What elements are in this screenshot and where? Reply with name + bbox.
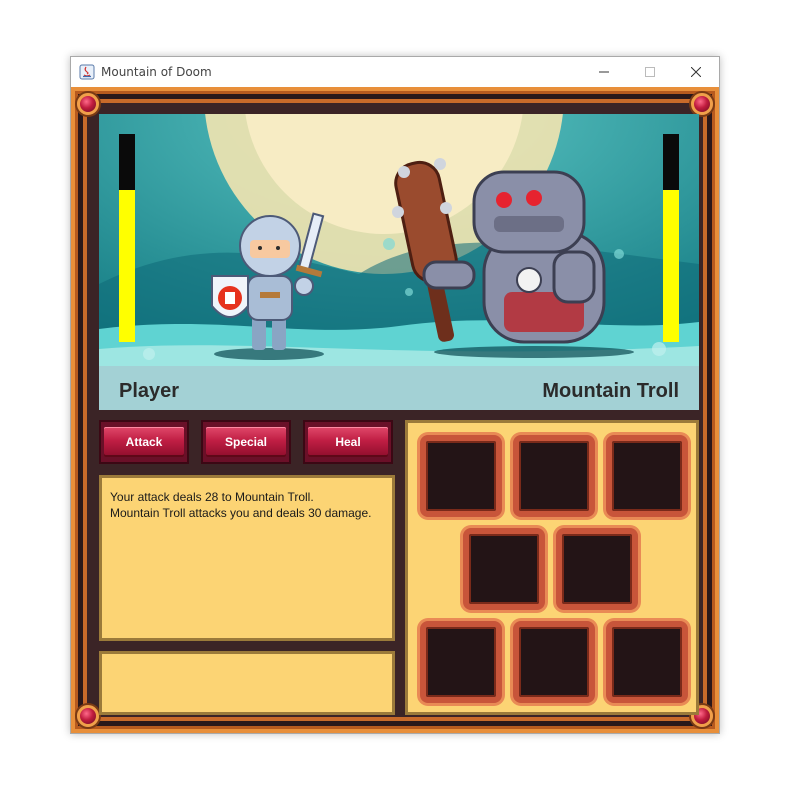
- log-line: Mountain Troll attacks you and deals 30 …: [110, 506, 372, 520]
- battle-scene: Player Mountain Troll: [99, 114, 699, 410]
- attack-button-label: Attack: [104, 427, 184, 457]
- inventory-slot[interactable]: [606, 621, 688, 703]
- enemy-name: Mountain Troll: [542, 380, 679, 402]
- game-frame: Player Mountain Troll Attack Special Hea…: [71, 87, 719, 733]
- corner-gem-icon: [77, 93, 99, 115]
- maximize-button[interactable]: [627, 57, 673, 87]
- player-health-bar: [119, 134, 135, 342]
- inventory-slot[interactable]: [420, 435, 502, 517]
- log-line: Your attack deals 28 to Mountain Troll.: [110, 490, 314, 504]
- player-health-fill: [119, 190, 135, 342]
- player-name: Player: [119, 380, 180, 402]
- window-title: Mountain of Doom: [101, 65, 212, 79]
- inventory-slot[interactable]: [556, 528, 638, 610]
- combat-log[interactable]: Your attack deals 28 to Mountain Troll. …: [99, 475, 395, 641]
- title-bar[interactable]: Mountain of Doom: [71, 57, 719, 87]
- inventory-slot[interactable]: [513, 621, 595, 703]
- heal-button[interactable]: Heal: [303, 420, 393, 464]
- special-button-label: Special: [206, 427, 286, 457]
- inventory-slot[interactable]: [606, 435, 688, 517]
- attack-button[interactable]: Attack: [99, 420, 189, 464]
- corner-gem-icon: [77, 705, 99, 727]
- inventory-slot[interactable]: [420, 621, 502, 703]
- inventory-slot[interactable]: [463, 528, 545, 610]
- java-app-icon: [79, 64, 95, 80]
- enemy-health-bar: [663, 134, 679, 342]
- corner-gem-icon: [691, 93, 713, 115]
- game-window: Mountain of Doom Player Mountain Troll A…: [70, 56, 720, 734]
- special-button[interactable]: Special: [201, 420, 291, 464]
- mountain-troll-character: [392, 158, 634, 358]
- minimize-button[interactable]: [581, 57, 627, 87]
- enemy-health-fill: [663, 190, 679, 342]
- heal-button-label: Heal: [308, 427, 388, 457]
- inventory-slot[interactable]: [513, 435, 595, 517]
- maximize-icon: [645, 67, 655, 77]
- command-input[interactable]: [99, 651, 395, 715]
- inventory-panel: [405, 420, 699, 715]
- knight-character: [211, 212, 325, 360]
- minimize-icon: [599, 71, 609, 73]
- close-button[interactable]: [673, 57, 719, 87]
- close-icon: [691, 67, 701, 77]
